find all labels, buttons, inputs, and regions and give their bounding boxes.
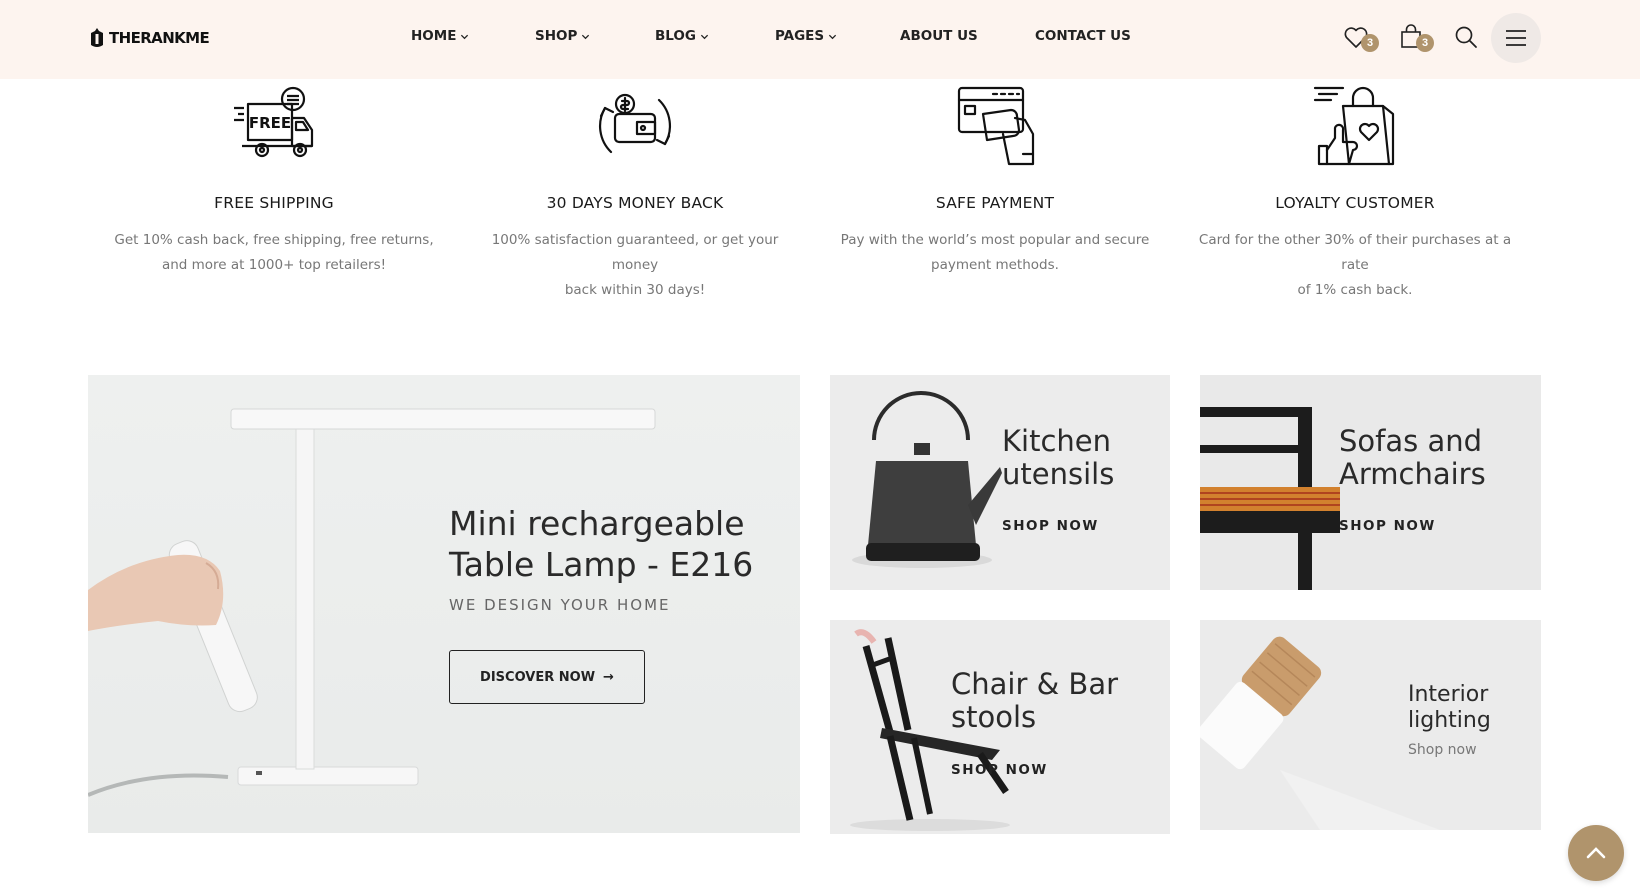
page: THERANKME HOME SHOP BLOG PAGES ABOUT US bbox=[0, 0, 1640, 892]
nav-blog-label: BLOG bbox=[655, 28, 696, 44]
discover-now-button[interactable]: DISCOVER NOW → bbox=[449, 650, 645, 704]
banner-main-title-line2: Table Lamp - E216 bbox=[449, 545, 754, 584]
chevron-down-icon bbox=[461, 34, 469, 39]
discover-now-label: DISCOVER NOW bbox=[480, 669, 596, 685]
banner-chair-title-line1: Chair & Bar bbox=[951, 667, 1119, 701]
nav-home-label: HOME bbox=[411, 28, 457, 44]
feature-text: Get 10% cash back, free shipping, free r… bbox=[109, 228, 439, 278]
search-icon[interactable] bbox=[1451, 22, 1481, 52]
lighting-shop-now-link[interactable]: Shop now bbox=[1408, 742, 1477, 758]
chevron-down-icon bbox=[829, 34, 837, 39]
loyalty-bag-icon bbox=[1313, 86, 1395, 166]
feature-text-line1: 100% satisfaction guaranteed, or get you… bbox=[491, 232, 779, 273]
banner-kitchen-title-line1: Kitchen bbox=[1002, 424, 1111, 458]
banner-kitchen-title-line2: utensils bbox=[1002, 457, 1115, 491]
feature-text-line2: payment methods. bbox=[931, 257, 1059, 273]
site-logo[interactable]: THERANKME bbox=[88, 27, 210, 49]
nav-about-us[interactable]: ABOUT US bbox=[900, 28, 978, 44]
banner-main-title: Mini rechargeable Table Lamp - E216 bbox=[449, 503, 789, 585]
wishlist-count-badge: 3 bbox=[1361, 34, 1379, 52]
nav-contact-us-label: CONTACT US bbox=[1035, 28, 1131, 44]
banner-lighting-title-line1: Interior bbox=[1408, 682, 1489, 707]
banner-kitchen-title: Kitchen utensils bbox=[1002, 425, 1114, 491]
feature-text: Pay with the world’s most popular and se… bbox=[830, 228, 1160, 278]
nav-shop-label: SHOP bbox=[535, 28, 578, 44]
banner-kitchen-utensils[interactable]: Kitchen utensils SHOP NOW bbox=[830, 375, 1170, 590]
feature-title: 30 DAYS MONEY BACK bbox=[546, 194, 724, 212]
logo-mark-icon bbox=[91, 28, 103, 47]
feature-text-line1: Get 10% cash back, free shipping, free r… bbox=[114, 232, 434, 248]
feature-text-line2: back within 30 days! bbox=[564, 282, 706, 298]
nav-pages[interactable]: PAGES bbox=[775, 28, 837, 44]
sofas-shop-now-link[interactable]: SHOP NOW bbox=[1339, 518, 1436, 534]
chair-shop-now-link[interactable]: SHOP NOW bbox=[951, 762, 1048, 778]
feature-text-line1: Card for the other 30% of their purchase… bbox=[1198, 232, 1512, 273]
banner-sofas-title-line2: Armchairs bbox=[1339, 457, 1486, 491]
menu-toggle-button[interactable] bbox=[1491, 13, 1541, 63]
nav-shop[interactable]: SHOP bbox=[535, 28, 590, 44]
feature-text-line2: of 1% cash back. bbox=[1297, 282, 1413, 298]
banner-sofas-title-line1: Sofas and bbox=[1339, 424, 1483, 458]
feature-title: LOYALTY CUSTOMER bbox=[1275, 194, 1435, 212]
banner-lighting-title: Interior lighting bbox=[1408, 682, 1491, 734]
feature-text: Card for the other 30% of their purchase… bbox=[1190, 228, 1520, 303]
chevron-down-icon bbox=[582, 34, 590, 39]
feature-text: 100% satisfaction guaranteed, or get you… bbox=[470, 228, 800, 303]
chevron-down-icon bbox=[700, 34, 709, 39]
table-lamp-image bbox=[88, 408, 656, 797]
nav-about-us-label: ABOUT US bbox=[900, 28, 978, 44]
feature-money-back: 30 DAYS MONEY BACK 100% satisfaction gua… bbox=[470, 84, 800, 303]
kettle-image bbox=[852, 391, 1002, 568]
free-shipping-truck-icon: FREE bbox=[234, 86, 314, 158]
banner-lighting-title-line2: lighting bbox=[1408, 708, 1491, 733]
banner-table-lamp[interactable]: Mini rechargeable Table Lamp - E216 WE D… bbox=[88, 375, 800, 833]
nav-blog[interactable]: BLOG bbox=[655, 28, 709, 44]
feature-free-shipping: FREE FREE SHIPPING Get 10% cash back, fr… bbox=[109, 84, 439, 278]
nav-contact-us[interactable]: CONTACT US bbox=[1035, 28, 1131, 44]
logo-text: THERANKME bbox=[109, 29, 210, 47]
hamburger-menu-icon bbox=[1506, 30, 1526, 46]
banner-sofas-armchairs[interactable]: Sofas and Armchairs SHOP NOW bbox=[1200, 375, 1541, 590]
banner-chair-title-line2: stools bbox=[951, 700, 1037, 734]
banner-sofas-title: Sofas and Armchairs bbox=[1339, 425, 1486, 491]
truck-free-label: FREE bbox=[249, 114, 291, 132]
nav-pages-label: PAGES bbox=[775, 28, 825, 44]
banner-main-subtitle: WE DESIGN YOUR HOME bbox=[449, 596, 671, 614]
scroll-to-top-button[interactable] bbox=[1568, 825, 1624, 881]
feature-text-line1: Pay with the world’s most popular and se… bbox=[840, 232, 1150, 248]
cart-count-badge: 3 bbox=[1416, 34, 1434, 52]
banner-chair-title: Chair & Bar stools bbox=[951, 668, 1118, 734]
banner-main-title-line1: Mini rechargeable bbox=[449, 504, 745, 543]
card-payment-icon bbox=[957, 86, 1035, 166]
banner-chair-bar-stools[interactable]: Chair & Bar stools SHOP NOW bbox=[830, 620, 1170, 834]
money-back-wallet-icon bbox=[598, 93, 672, 154]
nav-home[interactable]: HOME bbox=[411, 28, 469, 44]
feature-title: SAFE PAYMENT bbox=[935, 194, 1055, 212]
kitchen-shop-now-link[interactable]: SHOP NOW bbox=[1002, 518, 1099, 534]
feature-loyalty-customer: LOYALTY CUSTOMER Card for the other 30% … bbox=[1190, 84, 1520, 303]
site-header: THERANKME HOME SHOP BLOG PAGES ABOUT US bbox=[0, 0, 1640, 79]
feature-safe-payment: SAFE PAYMENT Pay with the world’s most p… bbox=[830, 84, 1160, 278]
arrow-right-icon: → bbox=[603, 669, 614, 685]
feature-title: FREE SHIPPING bbox=[214, 194, 334, 212]
banner-interior-lighting[interactable]: Interior lighting Shop now bbox=[1200, 620, 1541, 830]
chevron-up-icon bbox=[1586, 847, 1606, 859]
feature-text-line2: and more at 1000+ top retailers! bbox=[161, 257, 387, 273]
